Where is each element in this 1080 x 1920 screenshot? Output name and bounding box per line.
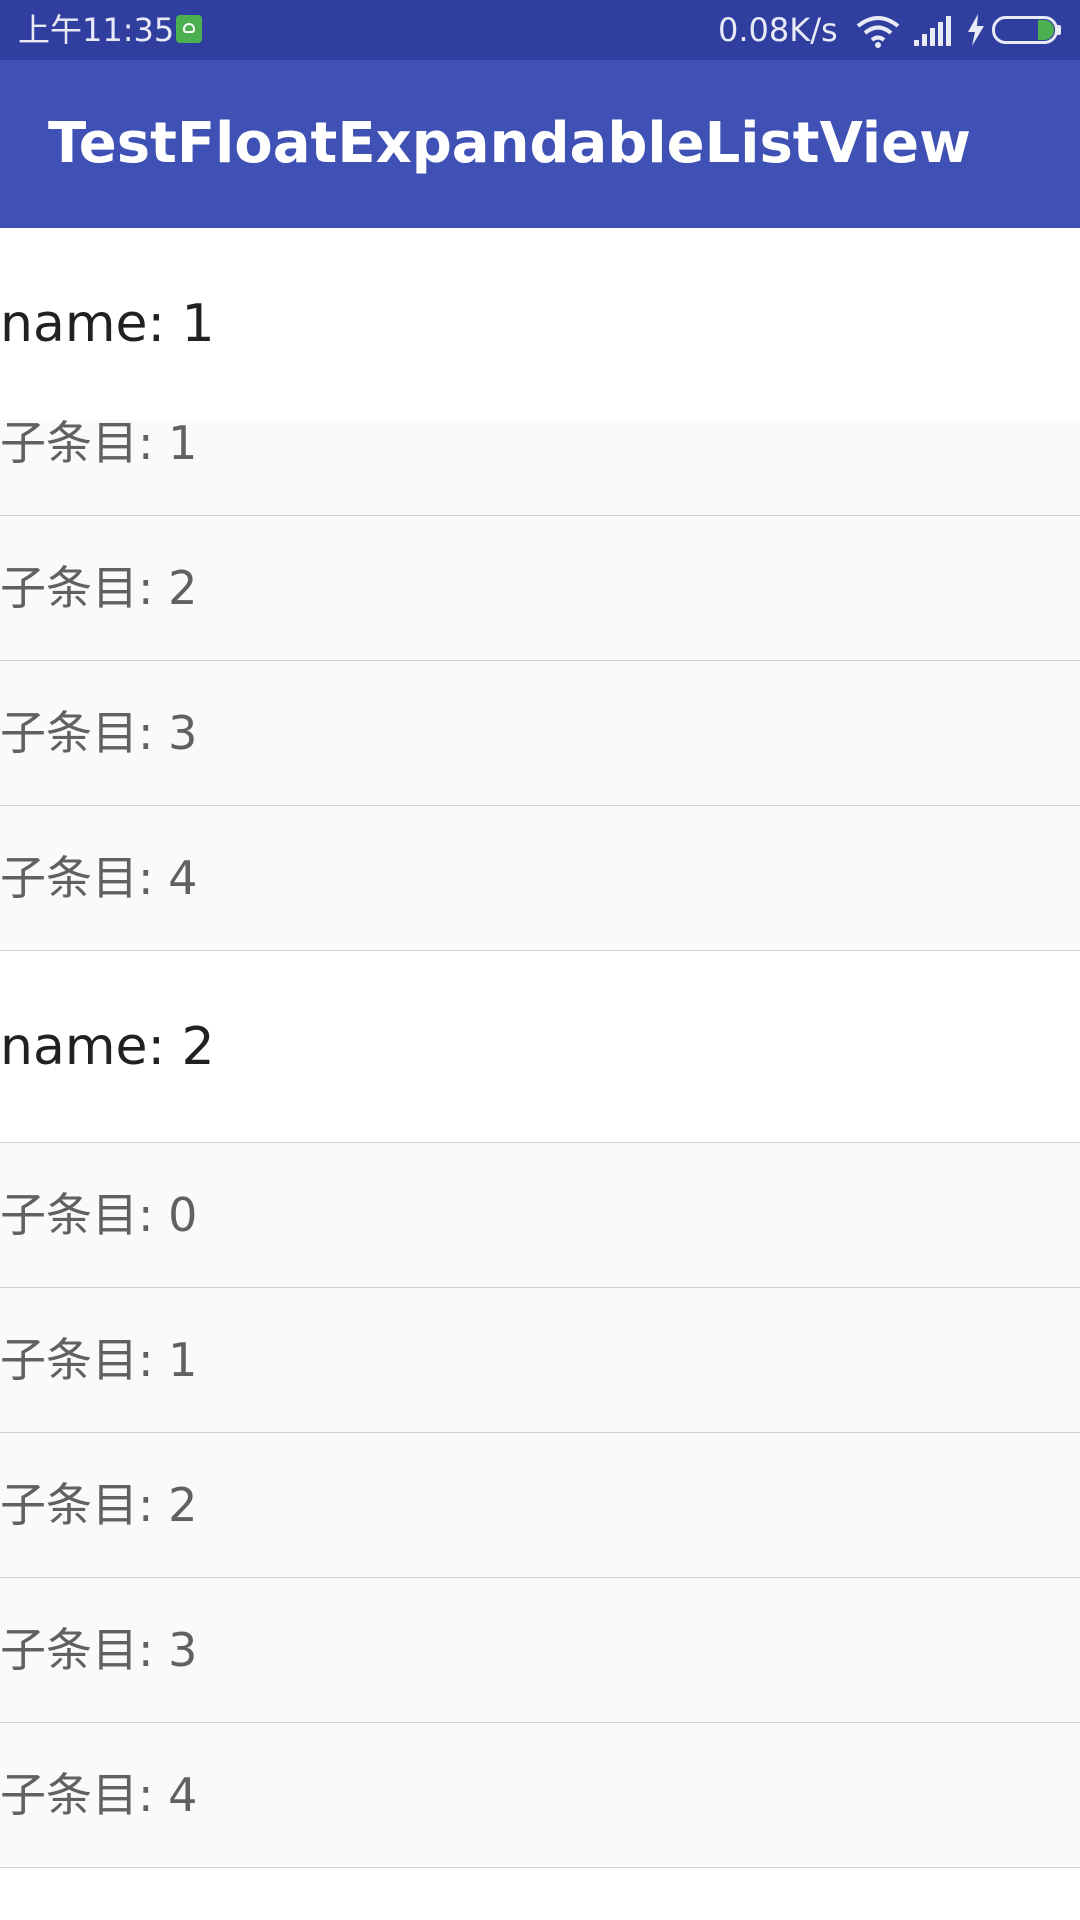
wifi-icon bbox=[856, 16, 900, 48]
floating-group-header-label: name: 1 bbox=[0, 294, 215, 354]
list-item[interactable]: 子条目: 2 bbox=[0, 1433, 1080, 1578]
list-item-label: 子条目: 2 bbox=[0, 1478, 198, 1532]
floating-group-header[interactable]: name: 1 bbox=[0, 228, 1080, 420]
network-speed: 0.08K/s bbox=[718, 11, 838, 49]
list-item-label: 子条目: 2 bbox=[0, 561, 198, 615]
status-bar: 上午11:35 0.08K/s bbox=[0, 0, 1080, 60]
list-item[interactable]: 子条目: 0 bbox=[0, 1143, 1080, 1288]
expandable-list[interactable]: 子条目: 1 子条目: 2 子条目: 3 子条目: 4 name: 2 子条目:… bbox=[0, 228, 1080, 1920]
group-header-label: name: 2 bbox=[0, 1017, 215, 1077]
list-item[interactable]: 子条目: 4 bbox=[0, 806, 1080, 951]
list-item[interactable]: 子条目: 3 bbox=[0, 661, 1080, 806]
notification-app-icon bbox=[176, 15, 202, 43]
app-toolbar: TestFloatExpandableListView bbox=[0, 60, 1080, 228]
list-item-label: 子条目: 0 bbox=[0, 1188, 198, 1242]
list-item[interactable]: 子条目: 4 bbox=[0, 1723, 1080, 1868]
cell-signal-icon bbox=[914, 16, 951, 46]
list-item-label: 子条目: 3 bbox=[0, 1623, 198, 1677]
list-item[interactable]: 子条目: 3 bbox=[0, 1578, 1080, 1723]
list-item-label: 子条目: 3 bbox=[0, 706, 198, 760]
battery-icon bbox=[992, 16, 1061, 44]
list-item-label: 子条目: 4 bbox=[0, 851, 198, 905]
list-item-label: 子条目: 4 bbox=[0, 1768, 198, 1822]
page-title: TestFloatExpandableListView bbox=[48, 111, 971, 176]
status-time: 上午11:35 bbox=[18, 11, 175, 49]
list-item[interactable]: 子条目: 1 bbox=[0, 1288, 1080, 1433]
list-item[interactable]: 子条目: 2 bbox=[0, 516, 1080, 661]
group-header[interactable]: name: 2 bbox=[0, 951, 1080, 1143]
list-item-label: 子条目: 1 bbox=[0, 1333, 198, 1387]
charging-bolt-icon bbox=[968, 14, 984, 46]
